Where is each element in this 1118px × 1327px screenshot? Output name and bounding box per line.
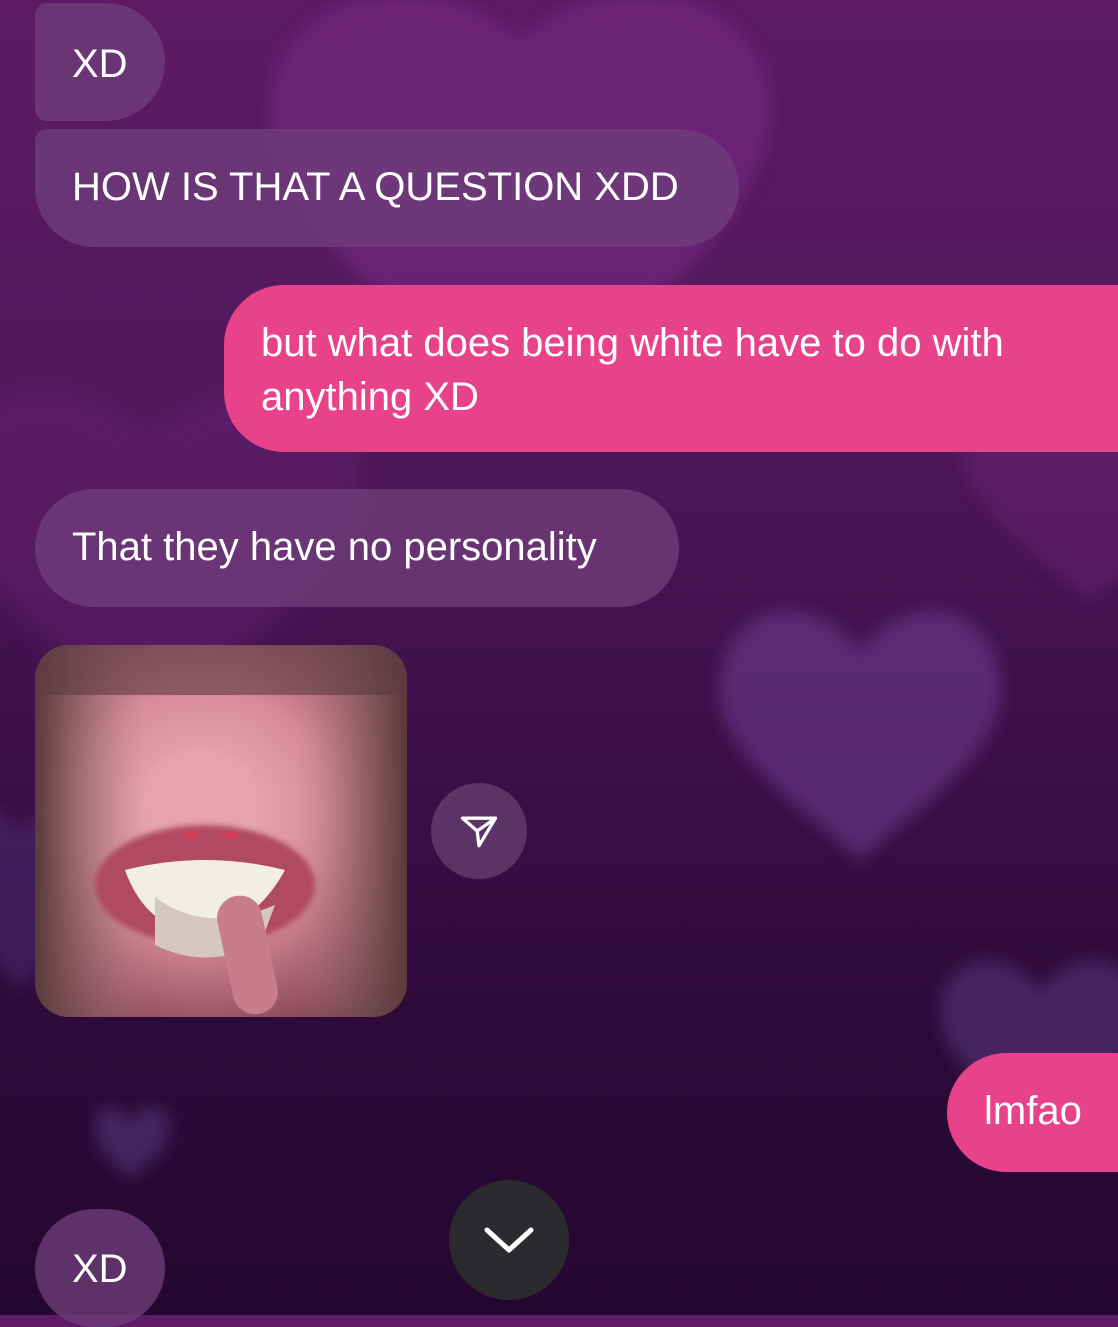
paper-plane-icon: [460, 816, 498, 848]
message-text: lmfao: [984, 1089, 1082, 1133]
message-incoming-2[interactable]: HOW IS THAT A QUESTION XDD: [35, 129, 739, 247]
scroll-to-bottom-button[interactable]: [449, 1180, 569, 1300]
message-incoming-1[interactable]: XD: [35, 3, 165, 121]
share-button[interactable]: [431, 783, 527, 879]
message-text: XD: [72, 1247, 128, 1291]
message-outgoing-1[interactable]: but what does being white have to do wit…: [224, 285, 1118, 452]
message-outgoing-2[interactable]: lmfao: [947, 1053, 1118, 1172]
chevron-down-icon: [484, 1227, 534, 1253]
message-text: That they have no personality: [72, 525, 597, 569]
message-photo[interactable]: [35, 645, 407, 1017]
message-text: but what does being white have to do wit…: [261, 321, 1004, 419]
message-incoming-3[interactable]: That they have no personality: [35, 489, 679, 607]
message-incoming-4[interactable]: XD: [35, 1209, 165, 1327]
message-text: XD: [72, 42, 128, 86]
message-text: HOW IS THAT A QUESTION XDD: [72, 165, 679, 209]
photo-image: [35, 645, 407, 1017]
